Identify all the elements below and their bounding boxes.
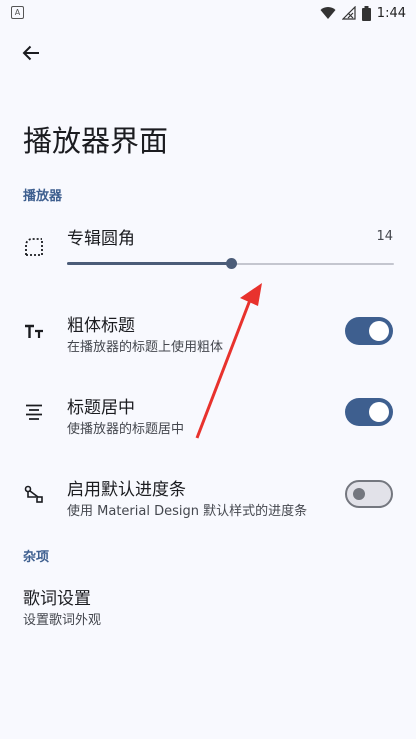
slider-thumb[interactable] bbox=[225, 258, 237, 269]
switch-knob bbox=[353, 488, 365, 500]
status-bar: A 1:44 bbox=[0, 0, 416, 26]
status-time: 1:44 bbox=[376, 5, 406, 21]
no-signal-icon bbox=[341, 6, 356, 20]
switch-knob bbox=[369, 321, 389, 341]
center-title-summary: 使播放器的标题居中 bbox=[67, 422, 185, 437]
section-header-misc: 杂项 bbox=[23, 550, 50, 565]
rounded-corner-icon bbox=[23, 236, 45, 258]
default-progress-title: 启用默认进度条 bbox=[67, 480, 186, 500]
battery-icon bbox=[361, 5, 371, 21]
bold-title-setting[interactable]: 粗体标题 在播放器的标题上使用粗体 bbox=[0, 302, 416, 358]
switch-knob bbox=[369, 402, 389, 422]
align-center-icon bbox=[23, 401, 45, 423]
default-progress-setting[interactable]: 启用默认进度条 使用 Material Design 默认样式的进度条 bbox=[0, 465, 416, 521]
arrow-back-icon bbox=[22, 45, 39, 61]
album-corner-slider[interactable] bbox=[67, 258, 394, 269]
bold-title-switch[interactable] bbox=[345, 317, 393, 345]
lyrics-setting[interactable]: 歌词设置 设置歌词外观 bbox=[0, 578, 416, 630]
back-button[interactable] bbox=[18, 40, 44, 66]
album-corner-title: 专辑圆角 bbox=[67, 229, 135, 249]
section-header-player: 播放器 bbox=[23, 189, 63, 204]
center-title-switch[interactable] bbox=[345, 398, 393, 426]
bold-title-title: 粗体标题 bbox=[67, 316, 135, 336]
wifi-icon bbox=[320, 7, 336, 20]
album-corner-setting[interactable]: 专辑圆角 14 bbox=[0, 218, 416, 280]
route-icon bbox=[23, 483, 45, 505]
album-corner-value: 14 bbox=[376, 229, 393, 244]
center-title-setting[interactable]: 标题居中 使播放器的标题居中 bbox=[0, 383, 416, 439]
lyrics-title: 歌词设置 bbox=[23, 589, 91, 609]
bold-title-summary: 在播放器的标题上使用粗体 bbox=[67, 340, 224, 355]
app-notification-icon: A bbox=[11, 6, 24, 19]
center-title-title: 标题居中 bbox=[67, 398, 135, 418]
lyrics-summary: 设置歌词外观 bbox=[23, 613, 102, 628]
default-progress-summary: 使用 Material Design 默认样式的进度条 bbox=[67, 504, 308, 519]
text-size-icon bbox=[23, 320, 45, 342]
default-progress-switch[interactable] bbox=[345, 480, 393, 508]
page-title: 播放器界面 bbox=[23, 124, 169, 158]
slider-active-track bbox=[67, 262, 231, 265]
